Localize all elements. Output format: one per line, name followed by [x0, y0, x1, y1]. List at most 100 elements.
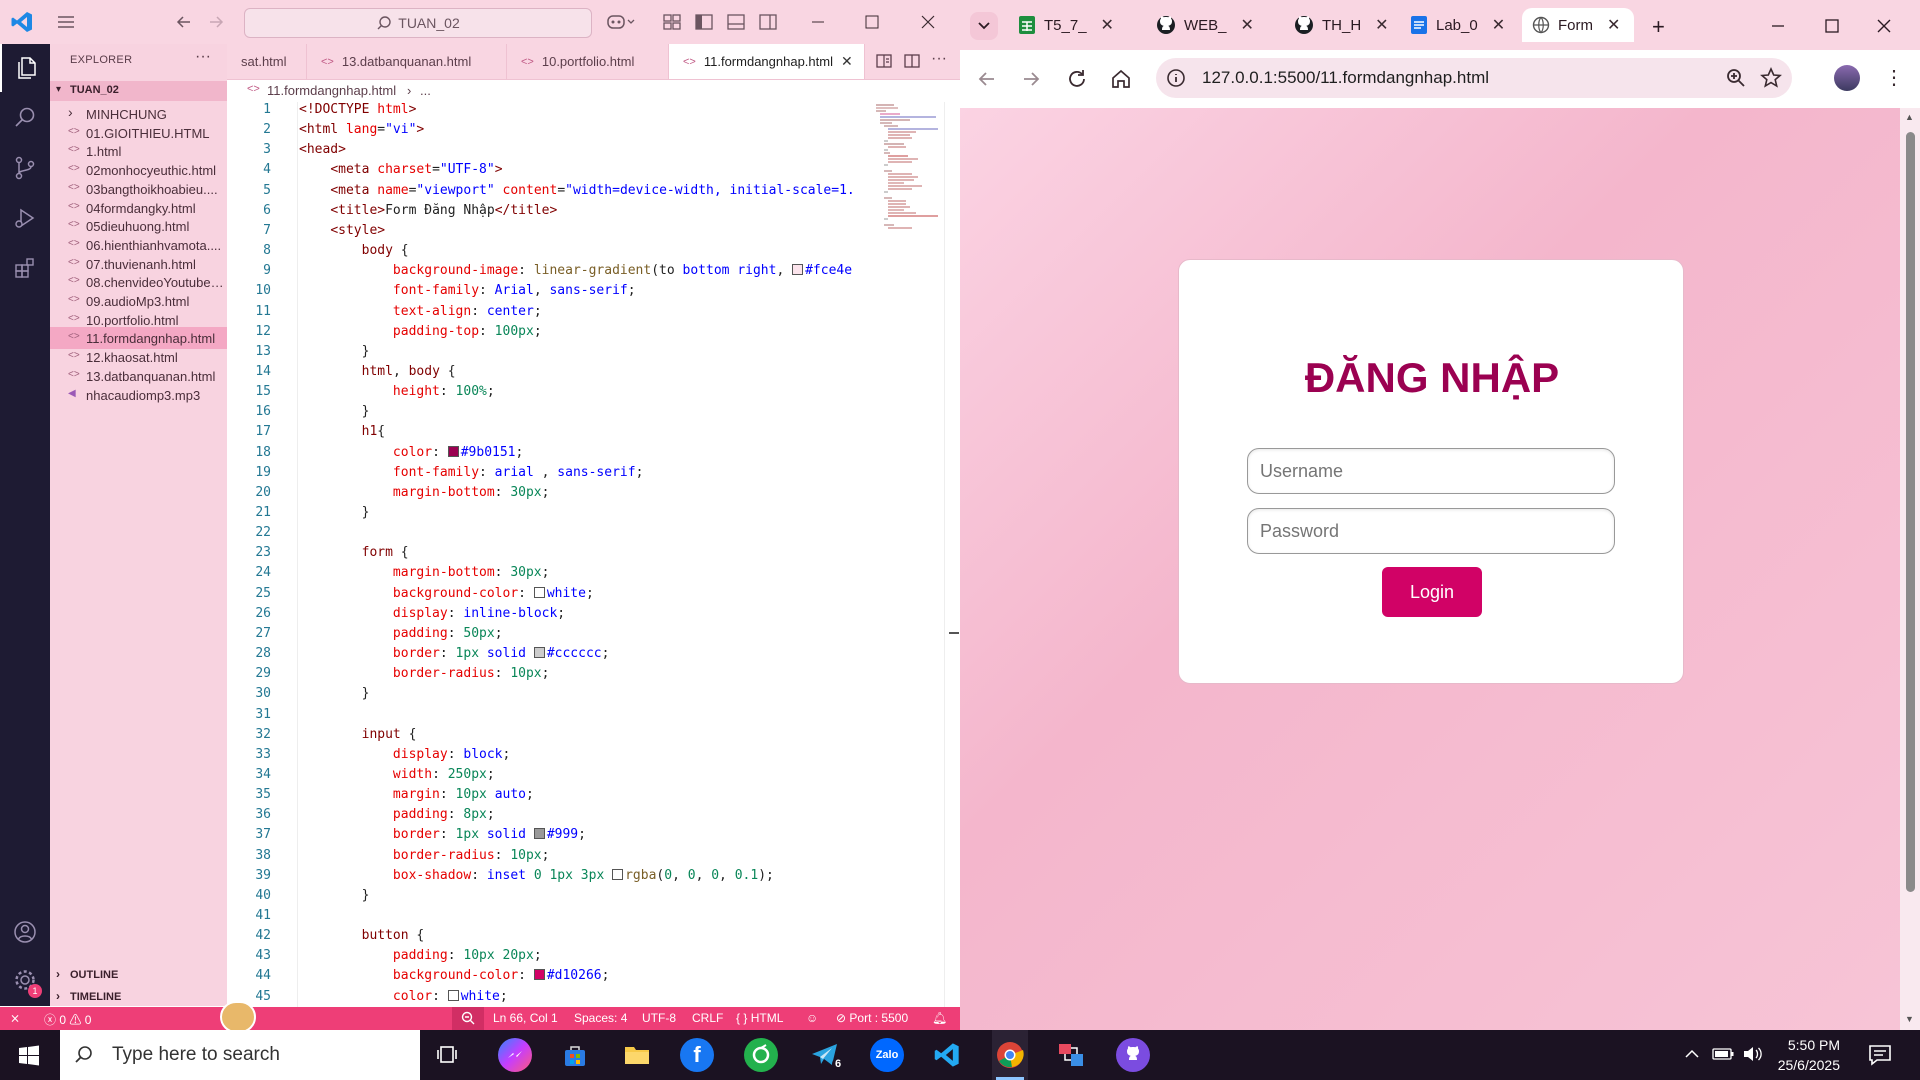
- code-line[interactable]: 34 width: 250px;: [227, 767, 867, 787]
- source-control-icon[interactable]: [0, 144, 50, 192]
- system-clock[interactable]: 5:50 PM 25/6/2025: [1750, 1035, 1840, 1075]
- maximize-icon[interactable]: [1822, 16, 1842, 36]
- breadcrumb-more[interactable]: ...: [420, 83, 431, 98]
- code-line[interactable]: 35 margin: 10px auto;: [227, 787, 867, 807]
- username-input[interactable]: [1247, 448, 1615, 494]
- code-line[interactable]: 42 button {: [227, 928, 867, 948]
- code-line[interactable]: 33 display: block;: [227, 747, 867, 767]
- code-line[interactable]: 24 margin-bottom: 30px;: [227, 565, 867, 585]
- timeline-section[interactable]: › TIMELINE: [50, 986, 227, 1008]
- code-line[interactable]: 43 padding: 10px 20px;: [227, 948, 867, 968]
- code-line[interactable]: 8 body {: [227, 243, 867, 263]
- forward-arrow-icon[interactable]: [1020, 68, 1042, 90]
- code-line[interactable]: 3 <head>: [227, 142, 867, 162]
- code-line[interactable]: 45 color: white;: [227, 989, 867, 1009]
- task-view-icon[interactable]: [436, 1044, 460, 1066]
- toggle-panel-icon[interactable]: [726, 12, 746, 32]
- code-line[interactable]: 20 margin-bottom: 30px;: [227, 485, 867, 505]
- scroll-down-icon[interactable]: ▼: [1905, 1014, 1914, 1024]
- code-line[interactable]: 15 height: 100%;: [227, 384, 867, 404]
- code-line[interactable]: 14 html, body {: [227, 364, 867, 384]
- site-info-icon[interactable]: [1166, 68, 1186, 88]
- code-line[interactable]: 11 text-align: center;: [227, 304, 867, 324]
- account-icon[interactable]: [0, 908, 50, 956]
- indentation[interactable]: Spaces: 4: [574, 1011, 627, 1025]
- customize-layout-icon[interactable]: [662, 12, 682, 32]
- code-line[interactable]: 41: [227, 908, 867, 928]
- file-encoding[interactable]: UTF-8: [642, 1011, 676, 1025]
- scrollbar-thumb[interactable]: [1906, 132, 1915, 892]
- chrome-tab-form[interactable]: Form ✕: [1522, 8, 1634, 42]
- language-mode[interactable]: { } HTML: [736, 1011, 783, 1025]
- scroll-up-icon[interactable]: ▲: [1905, 112, 1914, 122]
- close-icon[interactable]: [1874, 16, 1894, 36]
- file-explorer-icon[interactable]: [620, 1038, 654, 1072]
- minimize-icon[interactable]: [808, 12, 828, 32]
- code-line[interactable]: 21 }: [227, 505, 867, 525]
- login-button[interactable]: Login: [1382, 567, 1482, 617]
- coccoc-browser-icon[interactable]: [744, 1038, 778, 1072]
- editor-more-icon[interactable]: ···: [931, 50, 947, 68]
- microsoft-store-icon[interactable]: [558, 1038, 592, 1072]
- forward-arrow-icon[interactable]: [206, 12, 226, 32]
- reload-icon[interactable]: [1066, 68, 1088, 90]
- zoom-icon[interactable]: [1726, 68, 1746, 88]
- zoom-indicator[interactable]: [452, 1007, 484, 1030]
- code-line[interactable]: 32 input {: [227, 727, 867, 747]
- file-item[interactable]: ◀ nhacaudiomp3.mp3: [50, 384, 227, 406]
- chrome-tab-sheets[interactable]: T5_7_ ✕: [1008, 8, 1144, 42]
- windows-start-icon[interactable]: [18, 1045, 40, 1067]
- notification-center-icon[interactable]: [1868, 1044, 1892, 1066]
- chrome-tab-web[interactable]: WEB_ ✕: [1146, 8, 1282, 42]
- live-server-port[interactable]: ⊘ Port : 5500: [836, 1011, 908, 1025]
- chrome-taskbar-active[interactable]: [992, 1030, 1028, 1080]
- minimize-icon[interactable]: [1768, 16, 1788, 36]
- code-line[interactable]: 26 display: inline-block;: [227, 606, 867, 626]
- code-line[interactable]: 13 }: [227, 344, 867, 364]
- notifications-bell-icon[interactable]: 🔔︎: [932, 1011, 947, 1025]
- code-line[interactable]: 17 h1{: [227, 424, 867, 444]
- run-debug-icon[interactable]: [0, 194, 50, 242]
- new-tab-icon[interactable]: +: [1652, 14, 1665, 40]
- end-of-line[interactable]: CRLF: [692, 1011, 723, 1025]
- messenger-icon[interactable]: [498, 1038, 532, 1072]
- battery-icon[interactable]: [1712, 1047, 1734, 1061]
- menu-icon[interactable]: [56, 12, 76, 32]
- editor-scrollbar[interactable]: [944, 102, 959, 1007]
- tab-close-icon[interactable]: ✕: [1607, 15, 1620, 35]
- tab-search-button[interactable]: [970, 12, 998, 40]
- code-line[interactable]: 5 <meta name="viewport" content="width=d…: [227, 183, 867, 203]
- code-line[interactable]: 4 <meta charset="UTF-8">: [227, 162, 867, 182]
- code-line[interactable]: 25 background-color: white;: [227, 586, 867, 606]
- back-arrow-icon[interactable]: [174, 12, 194, 32]
- vscode-taskbar-icon[interactable]: [930, 1038, 964, 1072]
- back-arrow-icon[interactable]: [976, 68, 998, 90]
- tab-close-icon[interactable]: ✕: [1241, 15, 1254, 35]
- problems-indicator[interactable]: ⓧ 0 ⚠ 0: [44, 1011, 91, 1028]
- close-icon[interactable]: [918, 12, 938, 32]
- explorer-icon[interactable]: [0, 44, 52, 92]
- address-bar[interactable]: 127.0.0.1:5500/11.formdangnhap.html: [1156, 58, 1792, 98]
- breadcrumb-file[interactable]: 11.formdangnhap.html: [267, 83, 396, 98]
- tab-datbanquanan[interactable]: <> 13.datbanquanan.html: [307, 44, 507, 79]
- github-desktop-icon[interactable]: [1116, 1038, 1150, 1072]
- outline-section[interactable]: › OUTLINE: [50, 964, 227, 986]
- code-editor[interactable]: 1 <!DOCTYPE html> 2 <html lang="vi"> 3 <head>…: [227, 102, 867, 1024]
- code-line[interactable]: 30 }: [227, 686, 867, 706]
- network-app-icon[interactable]: [1054, 1038, 1088, 1072]
- code-line[interactable]: 37 border: 1px solid #999;: [227, 827, 867, 847]
- code-line[interactable]: 2 <html lang="vi">: [227, 122, 867, 142]
- tab-close-icon[interactable]: ✕: [841, 53, 853, 70]
- manage-gear-icon[interactable]: 1: [0, 956, 50, 1004]
- code-line[interactable]: 29 border-radius: 10px;: [227, 666, 867, 686]
- command-center-search[interactable]: TUAN_02: [244, 8, 592, 38]
- remote-icon[interactable]: ⨯: [10, 1011, 20, 1025]
- code-line[interactable]: 22: [227, 525, 867, 545]
- toggle-secondary-sidebar-icon[interactable]: [758, 12, 778, 32]
- code-line[interactable]: 18 color: #9b0151;: [227, 445, 867, 465]
- bookmark-star-icon[interactable]: [1760, 67, 1782, 89]
- copilot-icon[interactable]: [606, 11, 636, 33]
- minimap[interactable]: [872, 102, 942, 1007]
- code-line[interactable]: 12 padding-top: 100px;: [227, 324, 867, 344]
- code-line[interactable]: 38 border-radius: 10px;: [227, 848, 867, 868]
